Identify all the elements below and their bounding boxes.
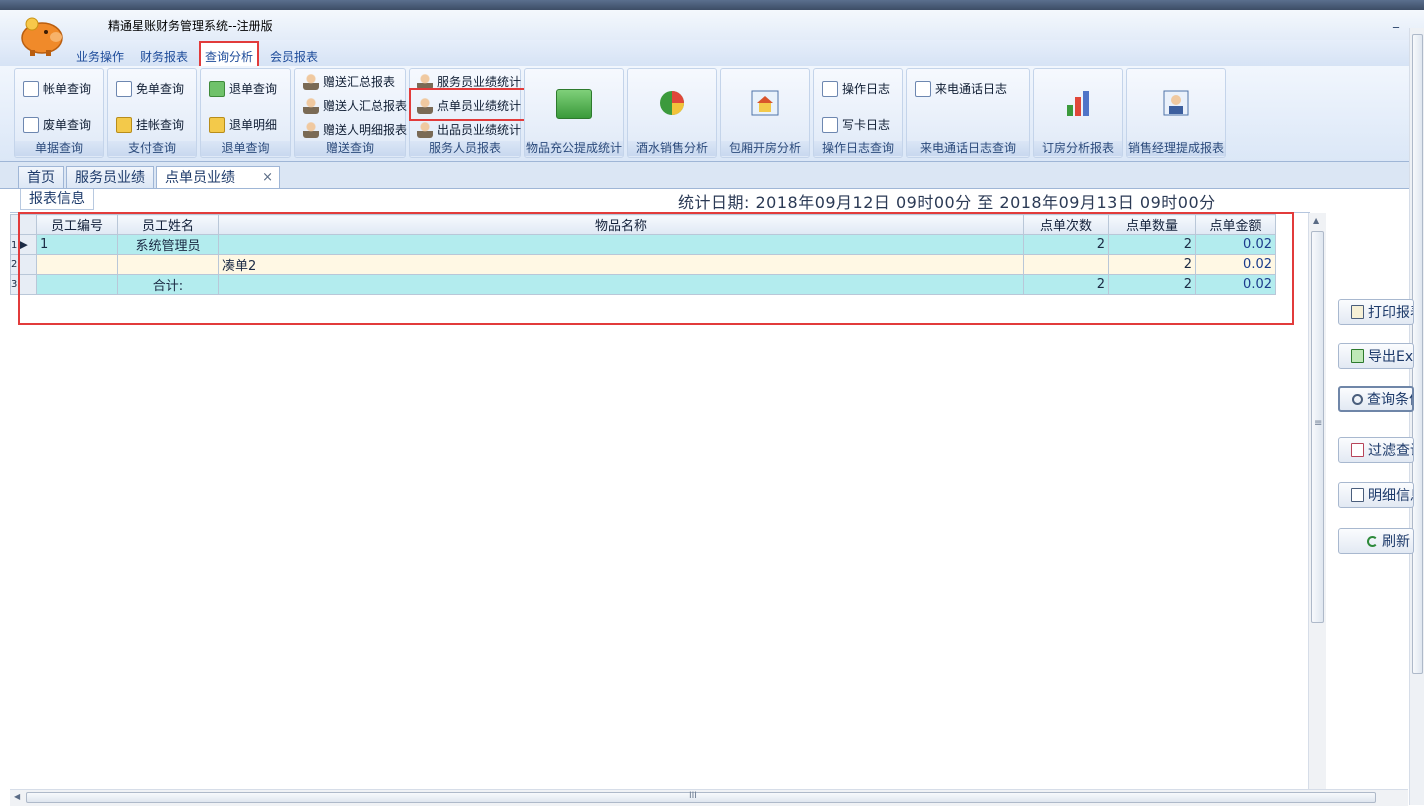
document-icon xyxy=(1351,488,1364,502)
menu-tab-finance[interactable]: 财务报表 xyxy=(140,48,188,65)
filter-query-button[interactable]: 过滤查询 xyxy=(1338,437,1414,463)
taskbar-strip xyxy=(0,0,1424,10)
operation-log-button[interactable]: 操作日志 xyxy=(822,80,890,97)
group-label: 赠送查询 xyxy=(295,141,405,156)
giver-summary-button[interactable]: 赠送人汇总报表 xyxy=(303,97,407,114)
call-log-button[interactable]: 来电通话日志 xyxy=(915,80,1007,97)
log-icon xyxy=(822,80,838,97)
minimize-button[interactable]: _ xyxy=(1393,14,1399,28)
ribbon-group-manager-commission[interactable]: 销售经理提成报表 xyxy=(1126,68,1226,158)
group-label: 退单查询 xyxy=(201,141,290,156)
gift-summary-button[interactable]: 赠送汇总报表 xyxy=(303,73,395,90)
tab-order-staff-performance[interactable]: 点单员业绩 × xyxy=(156,166,280,188)
grid-highlight-box xyxy=(18,212,1294,325)
close-tab-icon[interactable]: × xyxy=(262,167,273,189)
printer-icon xyxy=(1351,305,1364,319)
ribbon-group-refund-query: 退单查询 退单明细 退单查询 xyxy=(200,68,291,158)
refresh-button[interactable]: 刷新 xyxy=(1338,528,1414,554)
card-write-log-button[interactable]: 写卡日志 xyxy=(822,116,890,133)
window-vertical-scrollbar[interactable] xyxy=(1409,28,1424,805)
group-label: 来电通话日志查询 xyxy=(907,141,1029,156)
menu-tab-query-analysis[interactable]: 查询分析 xyxy=(205,48,253,65)
void-bill-query-button[interactable]: 废单查询 xyxy=(23,116,91,133)
person-icon xyxy=(303,121,319,138)
ribbon-group-operation-log: 操作日志 写卡日志 操作日志查询 xyxy=(813,68,903,158)
bill-query-button[interactable]: 帐单查询 xyxy=(23,80,91,97)
scroll-thumb[interactable]: III xyxy=(26,791,1376,803)
money-icon xyxy=(556,89,592,119)
refund-icon xyxy=(209,80,225,97)
ribbon-group-payment-query: 免单查询 挂帐查询 支付查询 xyxy=(107,68,197,158)
tab-home[interactable]: 首页 xyxy=(18,166,64,188)
house-icon xyxy=(751,90,779,116)
ribbon-group-room-analysis[interactable]: 包厢开房分析 xyxy=(720,68,810,158)
menu-tab-member[interactable]: 会员报表 xyxy=(270,48,318,65)
group-label: 包厢开房分析 xyxy=(721,141,809,156)
scroll-thumb[interactable]: ≡ xyxy=(1311,231,1324,623)
bar-chart-icon xyxy=(1067,91,1089,116)
ribbon-group-gift-query: 赠送汇总报表 赠送人汇总报表 赠送人明细报表 赠送查询 xyxy=(294,68,407,158)
query-conditions-button[interactable]: 查询条件 xyxy=(1338,386,1414,412)
pie-chart-icon xyxy=(660,91,684,115)
chart-filter-icon xyxy=(1351,443,1364,457)
refund-detail-button[interactable]: 退单明细 xyxy=(209,116,277,133)
report-info-tab[interactable]: 报表信息 xyxy=(20,189,94,210)
group-label: 支付查询 xyxy=(108,141,196,156)
person-icon xyxy=(417,121,433,138)
horizontal-scrollbar[interactable]: ◀ III xyxy=(10,789,1408,806)
group-label: 单据查询 xyxy=(15,141,103,156)
group-label: 物品充公提成统计 xyxy=(525,141,623,156)
refresh-icon xyxy=(1367,535,1378,547)
person-icon xyxy=(303,97,319,114)
export-excel-button[interactable]: 导出Excel xyxy=(1338,343,1414,369)
group-label: 订房分析报表 xyxy=(1034,141,1122,156)
ribbon-group-confiscate-commission[interactable]: 物品充公提成统计 xyxy=(524,68,624,158)
dispatch-staff-performance-button[interactable]: 出品员业绩统计 xyxy=(417,121,521,138)
refund-detail-icon xyxy=(209,116,225,133)
group-label: 销售经理提成报表 xyxy=(1127,141,1225,156)
scroll-left-icon[interactable]: ◀ xyxy=(14,792,20,801)
grip-icon: ≡ xyxy=(1314,418,1323,429)
free-bill-query-button[interactable]: 免单查询 xyxy=(116,80,184,97)
order-staff-highlight-box xyxy=(409,88,537,121)
magnifier-icon xyxy=(1352,393,1363,405)
group-label: 操作日志查询 xyxy=(814,141,902,156)
print-report-button[interactable]: 打印报表 xyxy=(1338,299,1414,325)
person-icon xyxy=(303,73,319,90)
scroll-up-icon[interactable]: ▲ xyxy=(1313,216,1319,225)
app-logo-icon xyxy=(21,17,63,56)
free-bill-icon xyxy=(116,80,132,97)
giver-detail-button[interactable]: 赠送人明细报表 xyxy=(303,121,407,138)
ribbon-group-bill-query: 帐单查询 废单查询 单据查询 xyxy=(14,68,104,158)
menu-tab-business[interactable]: 业务操作 xyxy=(76,48,124,65)
phone-log-icon xyxy=(915,80,931,97)
ribbon-group-drink-sales[interactable]: 酒水销售分析 xyxy=(627,68,717,158)
window-title: 精通星账财务管理系统--注册版 xyxy=(108,19,273,33)
grip-icon: III xyxy=(689,791,697,801)
manager-icon xyxy=(1163,90,1189,116)
group-label: 服务人员报表 xyxy=(410,141,520,156)
tab-label: 点单员业绩 xyxy=(165,170,235,186)
statistics-date-range: 统计日期: 2018年09月12日 09时00分 至 2018年09月13日 0… xyxy=(678,193,1216,212)
document-tab-strip: 首页 服务员业绩 点单员业绩 × xyxy=(0,162,1410,189)
export-excel-icon xyxy=(1351,349,1364,363)
void-bill-icon xyxy=(23,116,39,133)
detail-info-button[interactable]: 明细信息 xyxy=(1338,482,1414,508)
ribbon-group-call-log: 来电通话日志 来电通话日志查询 xyxy=(906,68,1030,158)
ribbon-group-booking-analysis[interactable]: 订房分析报表 xyxy=(1033,68,1123,158)
group-label: 酒水销售分析 xyxy=(628,141,716,156)
credit-query-button[interactable]: 挂帐查询 xyxy=(116,116,184,133)
credit-icon xyxy=(116,116,132,133)
grid-vertical-scrollbar[interactable]: ▲ ≡ xyxy=(1308,213,1326,790)
log-icon xyxy=(822,116,838,133)
bill-icon xyxy=(23,80,39,97)
refund-query-button[interactable]: 退单查询 xyxy=(209,80,277,97)
tab-waiter-performance[interactable]: 服务员业绩 xyxy=(66,166,154,188)
